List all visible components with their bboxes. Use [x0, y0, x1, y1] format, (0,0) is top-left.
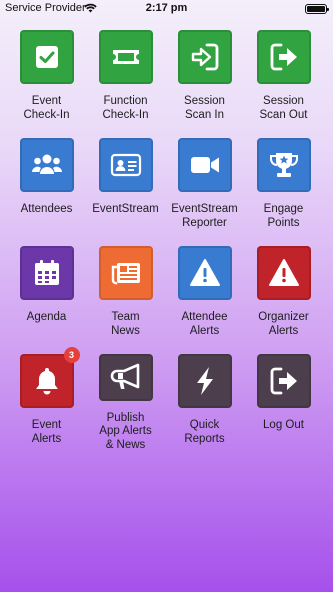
session-scan-in-button[interactable] [177, 30, 232, 84]
event-alerts-tile[interactable]: 3 Event Alerts [7, 347, 86, 452]
attendee-alerts-button[interactable] [177, 246, 232, 300]
eventstream-tile[interactable]: EventStream [86, 138, 165, 236]
eventstream-label: EventStream [92, 203, 159, 215]
event-check-in-label: Event Check-In [23, 95, 70, 121]
eventstream-reporter-label: EventStream Reporter [171, 203, 238, 229]
sign-in-icon [191, 43, 218, 71]
status-bar: Service Provider 2:17 pm [0, 0, 333, 16]
publish-alerts-news-tile[interactable]: Publish App Alerts & News [86, 354, 165, 452]
agenda-button[interactable] [19, 246, 74, 300]
sign-out-icon [270, 367, 297, 395]
agenda-tile[interactable]: Agenda [7, 246, 86, 344]
attendee-alerts-label: Attendee Alerts [181, 311, 228, 337]
session-scan-out-tile[interactable]: Session Scan Out [244, 30, 323, 128]
notification-badge: 3 [63, 347, 80, 363]
log-out-label: Log Out [263, 419, 304, 431]
bell-icon [35, 368, 58, 395]
battery-icon [305, 4, 329, 14]
attendees-tile[interactable]: Attendees [7, 138, 86, 236]
attendees-label: Attendees [20, 203, 73, 215]
session-scan-out-button[interactable] [256, 30, 311, 84]
warning-icon [268, 259, 299, 286]
organizer-alerts-button[interactable] [256, 246, 311, 300]
checkbox-icon [35, 46, 58, 68]
warning-icon [189, 259, 220, 286]
publish-alerts-news-button[interactable] [98, 354, 153, 401]
agenda-label: Agenda [26, 311, 67, 323]
log-out-button[interactable] [256, 354, 311, 408]
team-news-button[interactable] [98, 246, 153, 300]
eventstream-reporter-tile[interactable]: EventStream Reporter [165, 138, 244, 236]
log-out-tile[interactable]: Log Out [244, 354, 323, 452]
calendar-icon [34, 260, 59, 285]
event-check-in-tile[interactable]: Event Check-In [7, 30, 86, 128]
session-scan-in-label: Session Scan In [184, 95, 225, 121]
quick-reports-tile[interactable]: Quick Reports [165, 354, 244, 452]
megaphone-icon [110, 363, 139, 390]
id-card-icon [110, 153, 141, 177]
attendee-alerts-tile[interactable]: Attendee Alerts [165, 246, 244, 344]
engage-points-label: Engage Points [263, 203, 304, 229]
lightning-icon [196, 367, 213, 395]
sign-out-icon [270, 43, 297, 71]
quick-reports-button[interactable] [177, 354, 232, 408]
publish-alerts-news-label: Publish App Alerts & News [99, 411, 152, 451]
ticket-icon [112, 50, 139, 64]
function-check-in-label: Function Check-In [102, 95, 149, 121]
event-alerts-button[interactable]: 3 [19, 347, 80, 408]
event-check-in-button[interactable] [19, 30, 74, 84]
menu-grid: Event Check-In Function Check-In Session… [0, 30, 333, 452]
organizer-alerts-tile[interactable]: Organizer Alerts [244, 246, 323, 344]
clock: 2:17 pm [145, 2, 188, 14]
eventstream-button[interactable] [98, 138, 153, 192]
engage-points-button[interactable] [256, 138, 311, 192]
users-icon [31, 154, 62, 174]
quick-reports-label: Quick Reports [184, 419, 225, 445]
function-check-in-button[interactable] [98, 30, 153, 84]
eventstream-reporter-button[interactable] [177, 138, 232, 192]
organizer-alerts-label: Organizer Alerts [258, 311, 309, 337]
engage-points-tile[interactable]: Engage Points [244, 138, 323, 236]
session-scan-out-label: Session Scan Out [259, 95, 308, 121]
team-news-label: Team News [111, 311, 140, 337]
trophy-icon [269, 153, 298, 177]
attendees-button[interactable] [19, 138, 74, 192]
team-news-tile[interactable]: Team News [86, 246, 165, 344]
newspaper-icon [111, 263, 140, 285]
function-check-in-tile[interactable]: Function Check-In [86, 30, 165, 128]
video-camera-icon [190, 157, 219, 173]
session-scan-in-tile[interactable]: Session Scan In [165, 30, 244, 128]
event-alerts-label: Event Alerts [31, 419, 62, 445]
